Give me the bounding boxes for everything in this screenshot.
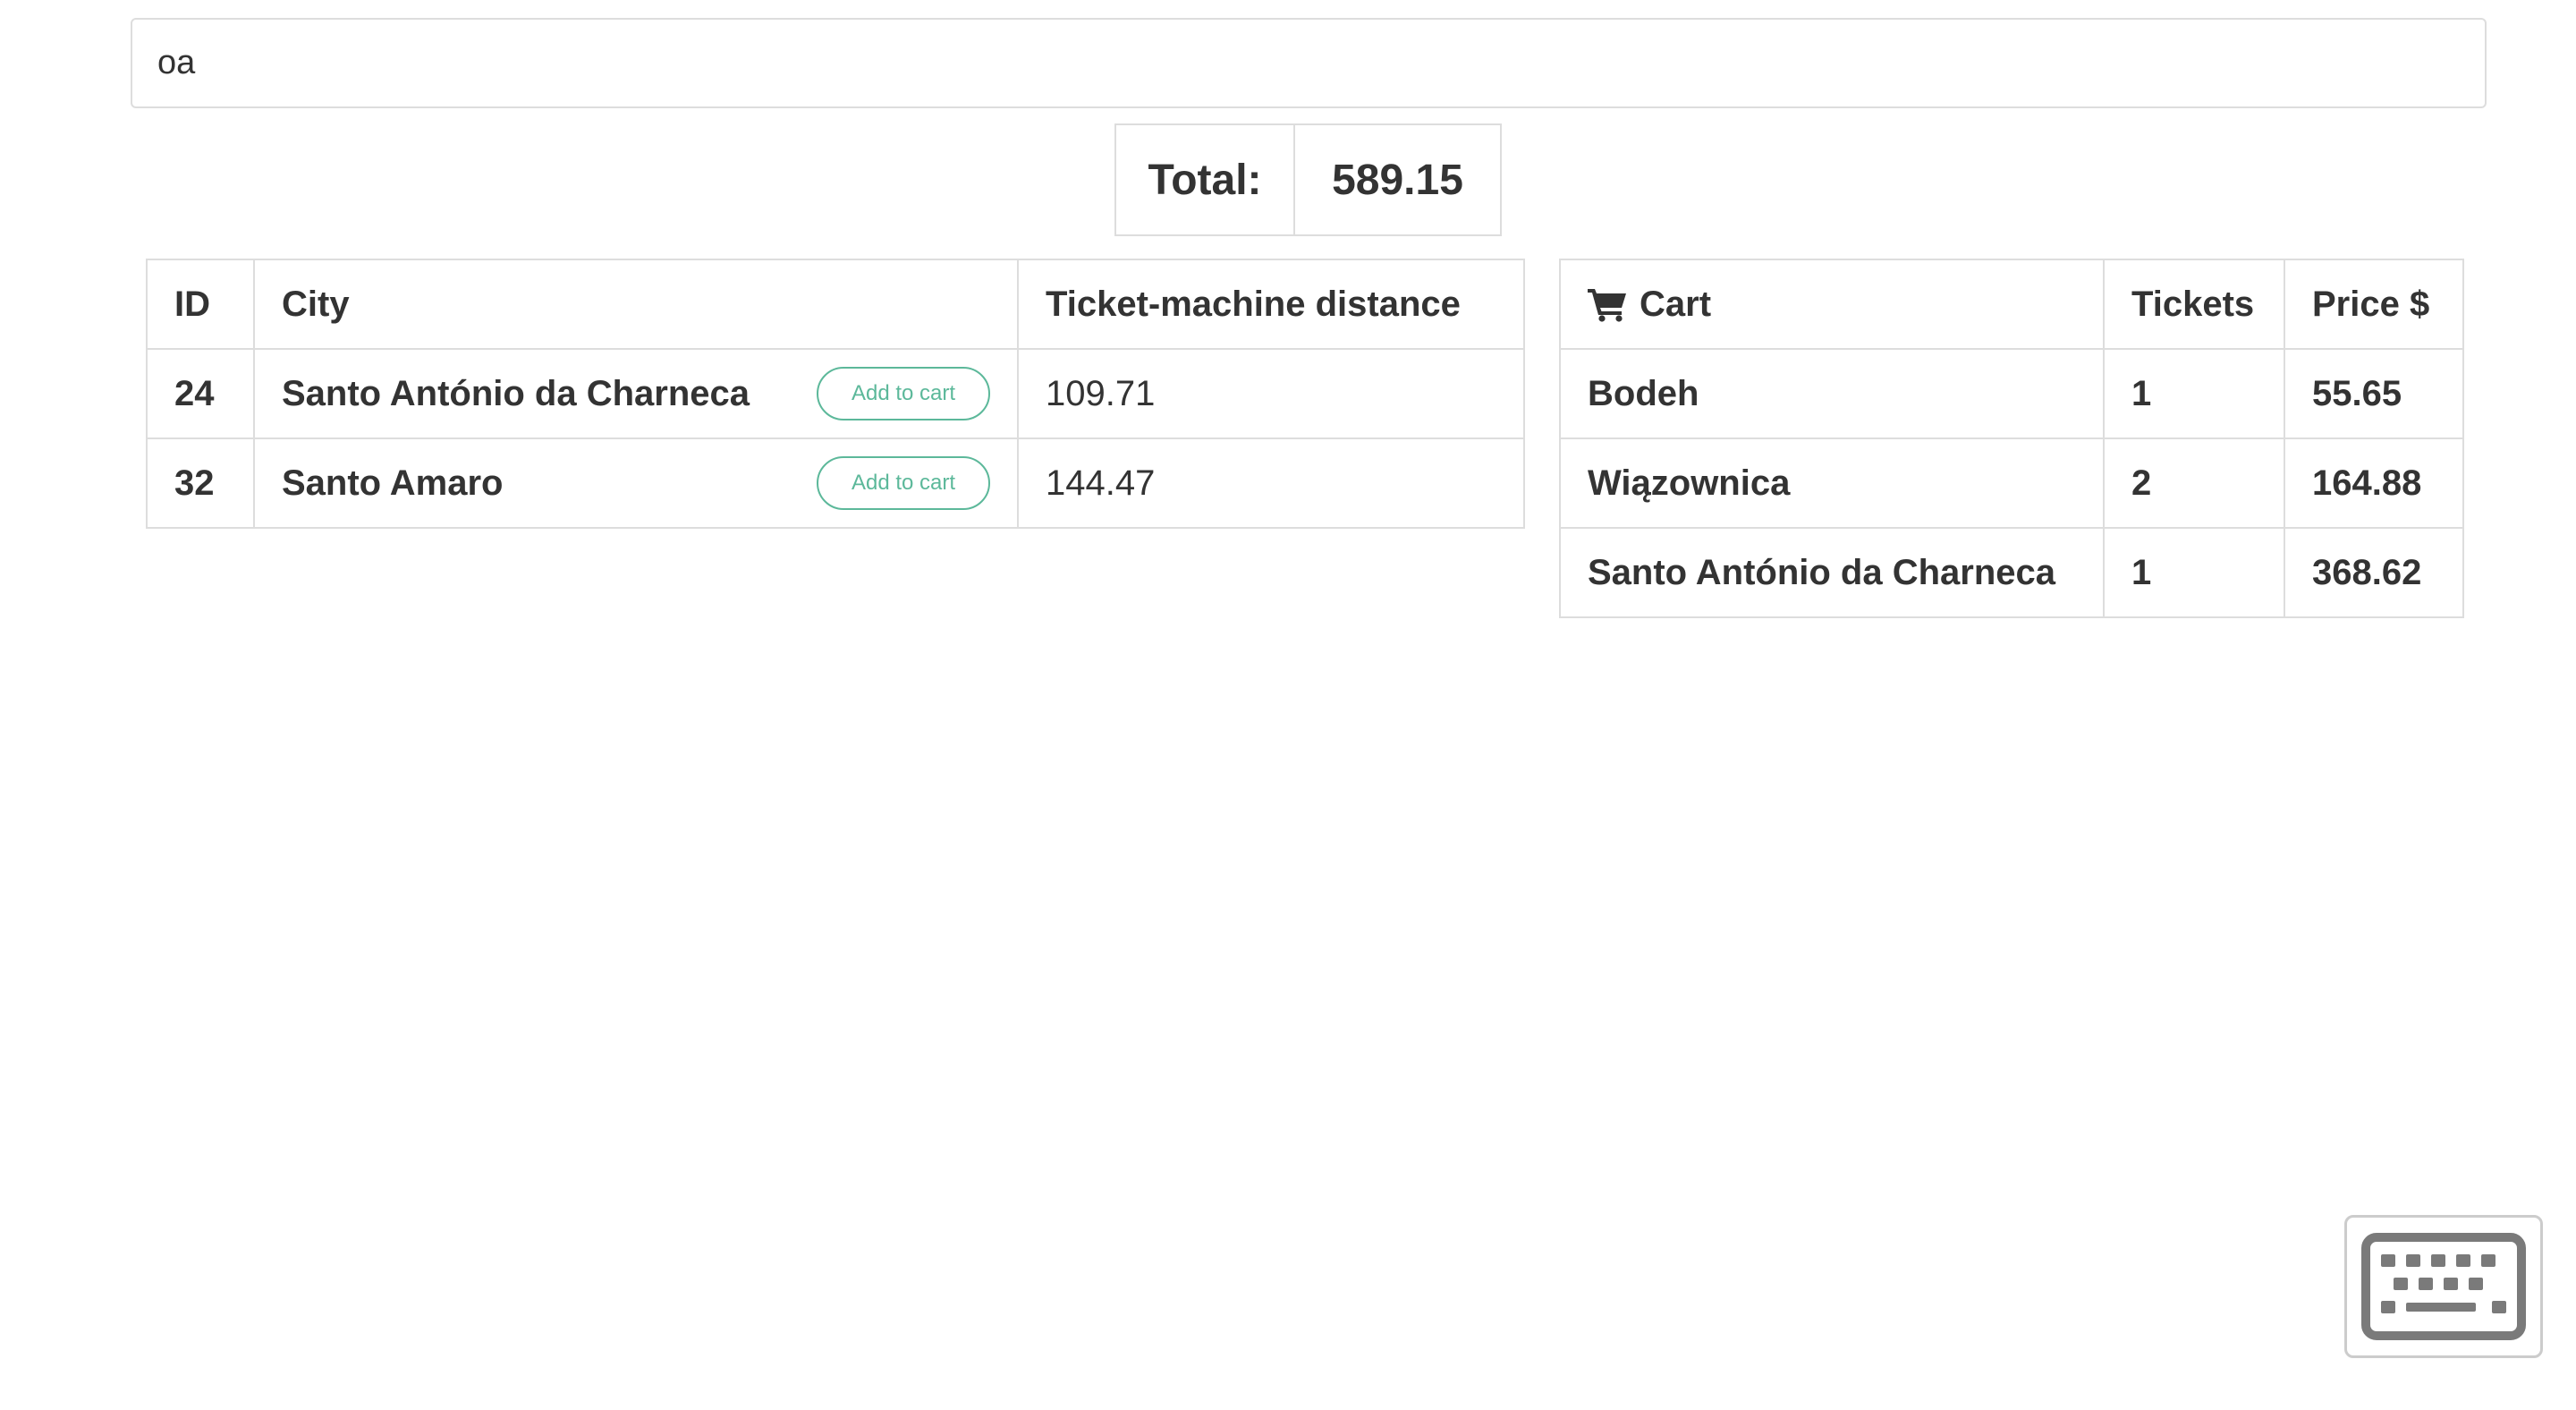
cart-city: Wiązownica xyxy=(1559,437,2105,529)
cart-tickets: 1 xyxy=(2103,527,2285,618)
cart-price: 55.65 xyxy=(2284,348,2464,439)
column-header-id: ID xyxy=(146,259,255,350)
cart-price: 368.62 xyxy=(2284,527,2464,618)
total-label: Total: xyxy=(1116,125,1295,234)
cart-city: Santo António da Charneca xyxy=(1559,527,2105,618)
total-box: Total: 589.15 xyxy=(1114,123,1502,236)
cities-table: ID City Ticket-machine distance 24 Santo… xyxy=(146,259,1525,529)
city-id: 32 xyxy=(146,437,255,529)
city-cell: Santo Amaro Add to cart xyxy=(253,437,1019,529)
keyboard-button[interactable] xyxy=(2344,1215,2543,1358)
cart-price: 164.88 xyxy=(2284,437,2464,529)
ticket-machine-distance: 144.47 xyxy=(1017,437,1525,529)
cart-tickets: 2 xyxy=(2103,437,2285,529)
column-header-distance: Ticket-machine distance xyxy=(1017,259,1525,350)
total-value: 589.15 xyxy=(1332,156,1463,204)
add-to-cart-button[interactable]: Add to cart xyxy=(817,367,990,420)
city-cell: Santo António da Charneca Add to cart xyxy=(253,348,1019,439)
table-row: 32 Santo Amaro Add to cart 144.47 xyxy=(146,437,1525,529)
add-to-cart-button[interactable]: Add to cart xyxy=(817,456,990,510)
search-input[interactable] xyxy=(131,18,2487,108)
cart-table: Cart Tickets Price $ Bodeh 1 55.65 Wiązo… xyxy=(1559,259,2464,618)
shopping-cart-icon xyxy=(1588,289,1626,322)
table-row: 24 Santo António da Charneca Add to cart… xyxy=(146,348,1525,439)
column-header-tickets: Tickets xyxy=(2103,259,2285,350)
table-row: Santo António da Charneca 1 368.62 xyxy=(1559,527,2464,618)
city-id: 24 xyxy=(146,348,255,439)
city-name: Santo Amaro xyxy=(282,463,504,503)
table-row: Wiązownica 2 164.88 xyxy=(1559,437,2464,529)
column-header-price: Price $ xyxy=(2284,259,2464,350)
cart-header-label: Cart xyxy=(1640,284,1712,324)
column-header-city: City xyxy=(253,259,1019,350)
ticket-machine-distance: 109.71 xyxy=(1017,348,1525,439)
cart-city: Bodeh xyxy=(1559,348,2105,439)
cart-tickets: 1 xyxy=(2103,348,2285,439)
table-header-row: Cart Tickets Price $ xyxy=(1559,259,2464,350)
city-name: Santo António da Charneca xyxy=(282,373,750,413)
keyboard-icon xyxy=(2361,1233,2526,1340)
table-row: Bodeh 1 55.65 xyxy=(1559,348,2464,439)
table-header-row: ID City Ticket-machine distance xyxy=(146,259,1525,350)
column-header-cart: Cart xyxy=(1559,259,2105,350)
